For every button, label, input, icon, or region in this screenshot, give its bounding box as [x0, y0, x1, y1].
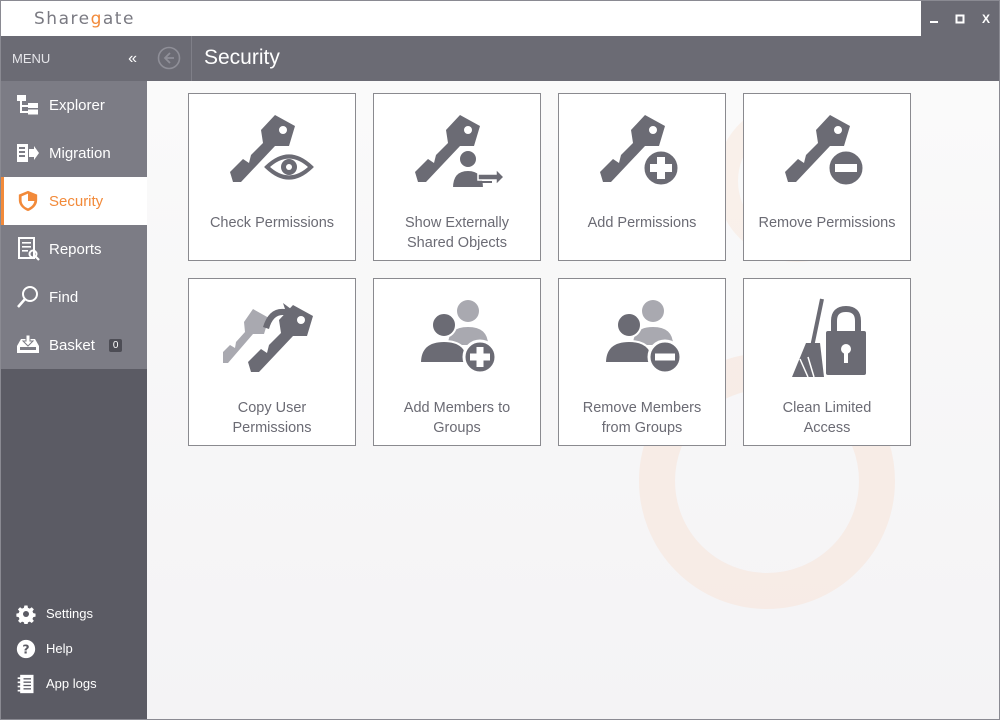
minimize-button[interactable] — [925, 10, 943, 28]
sidebar-item-label: Find — [49, 288, 79, 306]
sidebar-item-migration[interactable]: Migration — [1, 129, 147, 177]
app-logo: Sharegate — [34, 9, 135, 29]
basket-icon — [15, 332, 41, 358]
sidebar-item-label: Explorer — [49, 96, 105, 114]
tile-label: Remove Members from Groups — [582, 400, 702, 436]
logs-icon — [15, 673, 37, 695]
show-externally-shared-objects-tile[interactable]: Show Externally Shared Objects — [373, 93, 541, 261]
key-minus-icon — [785, 115, 866, 188]
reports-icon — [15, 236, 41, 262]
maximize-button[interactable] — [951, 10, 969, 28]
broom-lock-icon — [792, 298, 866, 377]
add-members-to-groups-tile[interactable]: Add Members to Groups — [373, 278, 541, 446]
sidebar-item-reports[interactable]: Reports — [1, 225, 147, 273]
back-button[interactable] — [157, 46, 181, 70]
sidebar-item-label: Migration — [49, 144, 111, 162]
main-content: Check Permissions Show Externally Shared … — [147, 81, 999, 719]
page-header: Security — [147, 36, 999, 81]
tile-label: Add Members to Groups — [403, 400, 511, 436]
sidebar: MENU « Explorer Migration Security Repor… — [1, 36, 147, 719]
settings-link[interactable]: Settings — [1, 596, 147, 631]
key-user-share-icon — [415, 115, 506, 189]
svg-text:?: ? — [22, 641, 29, 656]
sidebar-item-label: Security — [49, 192, 104, 210]
sidebar-item-basket[interactable]: Basket 0 — [1, 321, 147, 369]
search-icon — [15, 284, 41, 310]
check-permissions-tile[interactable]: Check Permissions — [188, 93, 356, 261]
help-link[interactable]: ? Help — [1, 631, 147, 666]
basket-count-badge: 0 — [108, 338, 123, 352]
app-logs-label: App logs — [46, 676, 97, 691]
maximize-icon — [955, 14, 965, 23]
copy-user-permissions-tile[interactable]: Copy User Permissions — [188, 278, 356, 446]
tile-label: Clean Limited Access — [782, 400, 872, 436]
key-plus-icon — [600, 115, 681, 188]
tile-label: Copy User Permissions — [232, 400, 312, 436]
menu-label: MENU — [12, 51, 51, 66]
clean-limited-access-tile[interactable]: Clean Limited Access — [743, 278, 911, 446]
explorer-icon — [15, 92, 41, 118]
title-bar: Sharegate X — [1, 1, 999, 36]
add-permissions-tile[interactable]: Add Permissions — [558, 93, 726, 261]
sidebar-item-explorer[interactable]: Explorer — [1, 81, 147, 129]
sidebar-item-find[interactable]: Find — [1, 273, 147, 321]
group-remove-icon — [603, 300, 683, 375]
gear-icon — [15, 603, 37, 625]
sidebar-item-label: Reports — [49, 240, 102, 258]
window-controls: X — [921, 1, 999, 36]
remove-members-from-groups-tile[interactable]: Remove Members from Groups — [558, 278, 726, 446]
header-divider — [191, 36, 192, 81]
bottom-nav: Settings ? Help App logs — [1, 596, 147, 701]
help-icon: ? — [15, 638, 37, 660]
collapse-menu-button[interactable]: « — [128, 50, 137, 68]
migration-icon — [15, 140, 41, 166]
menu-header: MENU « — [1, 36, 147, 81]
group-add-icon — [418, 300, 498, 375]
copy-keys-icon — [223, 303, 313, 372]
app-logs-link[interactable]: App logs — [1, 666, 147, 701]
settings-label: Settings — [46, 606, 93, 621]
remove-permissions-tile[interactable]: Remove Permissions — [743, 93, 911, 261]
back-arrow-icon — [157, 46, 181, 70]
sidebar-item-label: Basket — [49, 336, 95, 354]
tile-label: Check Permissions — [209, 215, 335, 231]
tile-label: Add Permissions — [587, 215, 697, 231]
tile-label: Remove Permissions — [758, 215, 896, 231]
app-window: Sharegate X MENU « Explorer Migration Se… — [0, 0, 1000, 720]
sidebar-item-security[interactable]: Security — [1, 177, 147, 225]
close-button[interactable]: X — [977, 10, 995, 28]
tile-label: Show Externally Shared Objects — [405, 215, 509, 251]
shield-icon — [15, 188, 41, 214]
minimize-icon — [930, 20, 938, 23]
close-icon: X — [981, 11, 990, 26]
page-title: Security — [204, 46, 280, 69]
help-label: Help — [46, 641, 73, 656]
key-eye-icon — [230, 115, 314, 182]
